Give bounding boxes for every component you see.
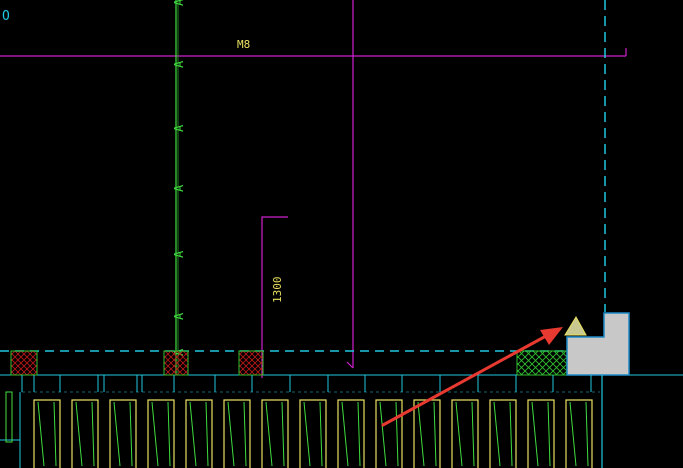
dimension-value: 1300: [271, 277, 284, 304]
beam-label: M8: [237, 38, 250, 51]
axis-marker: A: [172, 124, 186, 132]
hatch-block-1: [10, 350, 38, 376]
cad-drawing-canvas[interactable]: O M8 1300 AAAAAAA: [0, 0, 683, 468]
axis-marker: A: [172, 184, 186, 192]
axis-marker: A: [172, 0, 186, 6]
axis-marker: A: [172, 60, 186, 68]
axis-marker: A: [172, 250, 186, 258]
hatch-block-3: [238, 350, 264, 376]
corner-glyph: O: [2, 9, 10, 24]
canvas-background: [0, 0, 683, 468]
hatch-block-2: [163, 350, 189, 376]
hatch-block-4: [516, 350, 568, 376]
axis-marker: A: [172, 312, 186, 320]
